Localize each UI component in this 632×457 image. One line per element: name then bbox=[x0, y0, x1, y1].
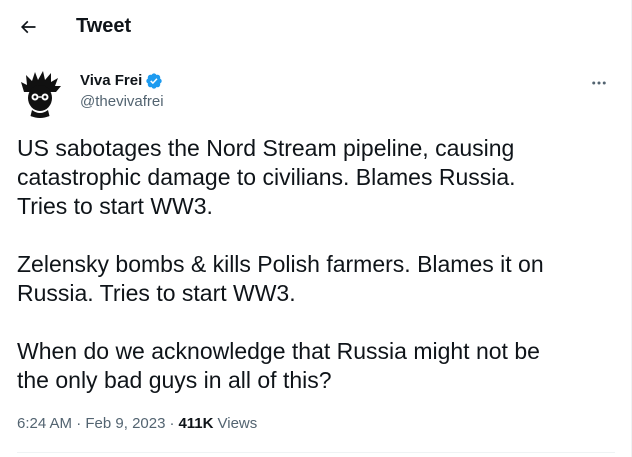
tweet-line: catastrophic damage to civilians. Blames… bbox=[17, 164, 516, 190]
tweet-line: Russia. Tries to start WW3. bbox=[17, 280, 296, 306]
more-dots-icon bbox=[592, 81, 606, 85]
tweet-line: Zelensky bombs & kills Polish farmers. B… bbox=[17, 251, 544, 277]
tweet-line: the only bad guys in all of this? bbox=[17, 367, 332, 393]
spiky-hair-avatar-icon bbox=[16, 70, 64, 118]
page-header: Tweet bbox=[0, 0, 631, 53]
avatar[interactable] bbox=[16, 70, 64, 118]
tweet-timestamp-link[interactable]: 6:24 AM · Feb 9, 2023 bbox=[17, 414, 165, 434]
tweet-line: Tries to start WW3. bbox=[17, 193, 213, 219]
arrow-left-icon bbox=[20, 20, 36, 34]
tweet-date: Feb 9, 2023 bbox=[85, 415, 166, 432]
author-name[interactable]: Viva Frei bbox=[80, 71, 142, 90]
back-button[interactable] bbox=[12, 11, 44, 43]
meta-separator: · bbox=[169, 415, 175, 432]
tweet-text: US sabotages the Nord Stream pipeline, c… bbox=[17, 134, 617, 424]
tweet-time: 6:24 AM bbox=[17, 415, 73, 432]
views-label: Views bbox=[217, 415, 258, 432]
more-options-button[interactable] bbox=[584, 68, 614, 98]
tweet-metadata: 6:24 AM · Feb 9, 2023 · 411K Views bbox=[17, 414, 257, 434]
meta-separator: · bbox=[76, 415, 82, 432]
tweet-line: When do we acknowledge that Russia might… bbox=[17, 338, 540, 364]
verified-badge-icon bbox=[145, 72, 163, 90]
tweet-detail-page: Tweet Viva Frei @thevivafrei US sabotage… bbox=[0, 0, 632, 457]
tweet-paragraph: US sabotages the Nord Stream pipeline, c… bbox=[17, 134, 617, 221]
tweet-paragraph: When do we acknowledge that Russia might… bbox=[17, 337, 617, 395]
views-count: 411K bbox=[178, 415, 214, 432]
divider bbox=[17, 452, 615, 453]
page-title: Tweet bbox=[76, 15, 132, 37]
tweet-paragraph: Zelensky bombs & kills Polish farmers. B… bbox=[17, 250, 617, 308]
tweet-line: US sabotages the Nord Stream pipeline, c… bbox=[17, 135, 515, 161]
author-name-row: Viva Frei bbox=[80, 71, 163, 90]
author-handle[interactable]: @thevivafrei bbox=[80, 92, 164, 111]
